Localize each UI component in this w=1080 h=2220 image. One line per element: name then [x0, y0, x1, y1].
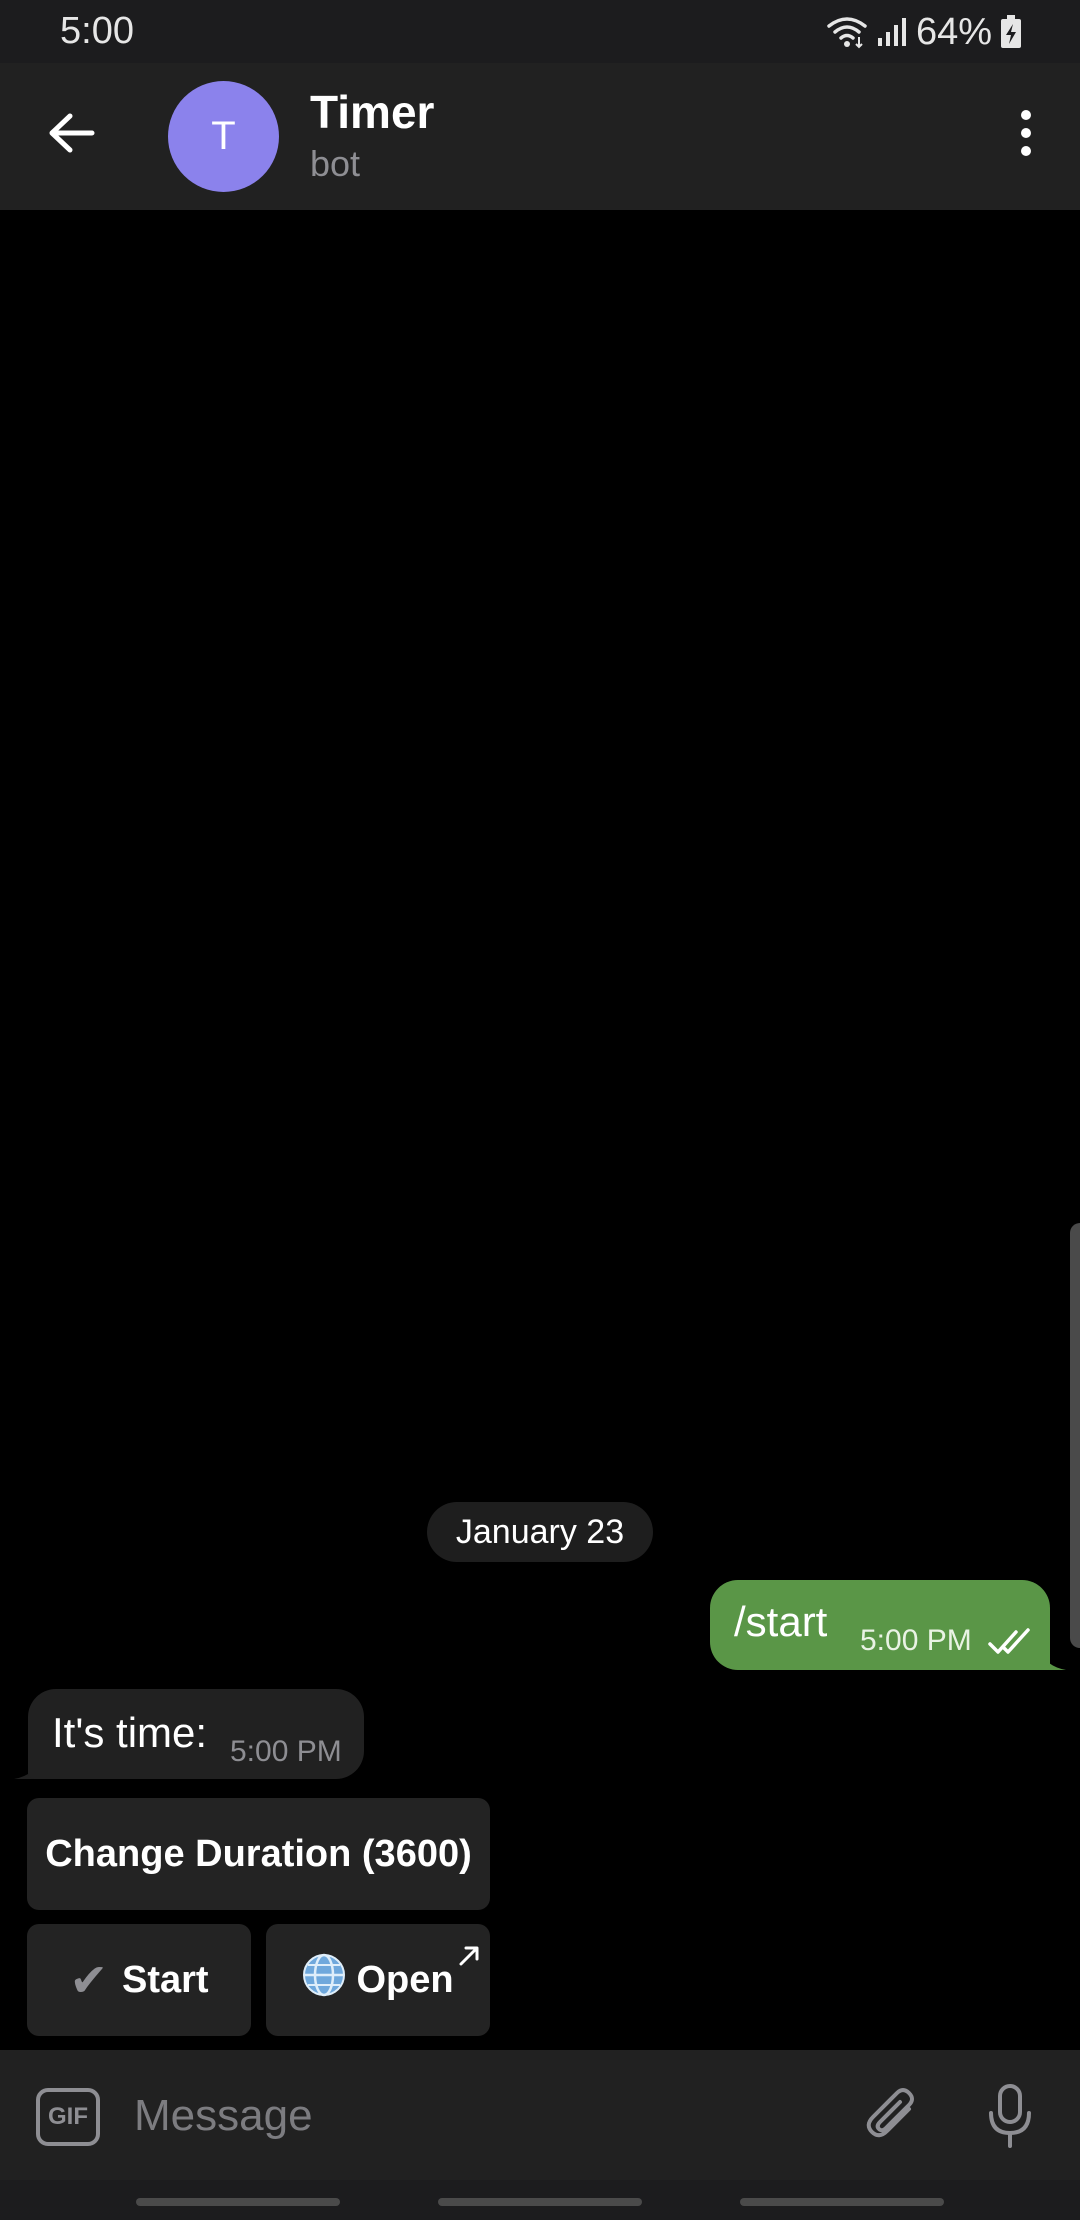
date-separator: January 23 [427, 1502, 653, 1562]
paperclip-icon [865, 2087, 921, 2152]
start-label: Start [121, 1958, 209, 2001]
start-button[interactable]: ✔ Start [27, 1924, 251, 2036]
status-time: 5:00 [60, 10, 134, 52]
gif-button[interactable]: GIF [36, 2088, 100, 2146]
chat-subtitle: bot [310, 143, 361, 184]
chat-title[interactable]: Timer [310, 85, 434, 139]
status-bar: 5:00 64% [0, 0, 1080, 63]
battery-percentage: 64% [915, 10, 992, 53]
globe-icon [302, 1953, 346, 2007]
nav-home-handle[interactable] [438, 2198, 642, 2206]
message-time: 5:00 PM [860, 1624, 972, 1657]
avatar[interactable]: T [168, 81, 279, 192]
change-duration-button[interactable]: Change Duration (3600) [27, 1798, 490, 1910]
telegram-chat-screen: 5:00 64% T Timer bot January 23 /start 5… [0, 0, 1080, 2220]
open-web-app-button[interactable]: Open [266, 1924, 490, 2036]
chat-header: T Timer bot [0, 63, 1080, 210]
microphone-icon [986, 2083, 1034, 2154]
incoming-message[interactable]: It's time: 5:00 PM [28, 1689, 364, 1779]
double-check-icon [988, 1628, 1034, 1661]
check-icon: ✔ [69, 1954, 108, 2006]
voice-message-button[interactable] [975, 2080, 1045, 2156]
scrollbar-handle[interactable] [1070, 1223, 1080, 1648]
more-options-button[interactable] [994, 103, 1058, 167]
signal-icon [876, 16, 908, 48]
more-vertical-icon [1018, 109, 1034, 162]
avatar-letter: T [211, 114, 236, 158]
battery-charging-icon [1000, 15, 1022, 49]
change-duration-label: Change Duration (3600) [45, 1832, 472, 1875]
external-arrow-icon [458, 1934, 480, 1977]
status-icons: 64% [826, 10, 1022, 54]
wifi-icon [826, 15, 868, 49]
message-input-bar: GIF [0, 2050, 1080, 2180]
back-button[interactable] [40, 103, 104, 167]
outgoing-message[interactable]: /start 5:00 PM [710, 1580, 1050, 1670]
message-text: It's time: [52, 1709, 208, 1756]
outgoing-bubble-tail [1040, 1648, 1066, 1675]
open-label: Open [356, 1958, 454, 2001]
attach-button[interactable] [858, 2084, 928, 2154]
message-input[interactable] [132, 2080, 836, 2152]
system-navigation-bar [0, 2180, 1080, 2220]
back-arrow-icon [48, 113, 96, 158]
message-time: 5:00 PM [230, 1735, 342, 1768]
message-text: /start [734, 1598, 828, 1645]
nav-recents-handle[interactable] [136, 2198, 340, 2206]
gif-label: GIF [48, 2103, 88, 2130]
nav-back-handle[interactable] [740, 2198, 944, 2206]
